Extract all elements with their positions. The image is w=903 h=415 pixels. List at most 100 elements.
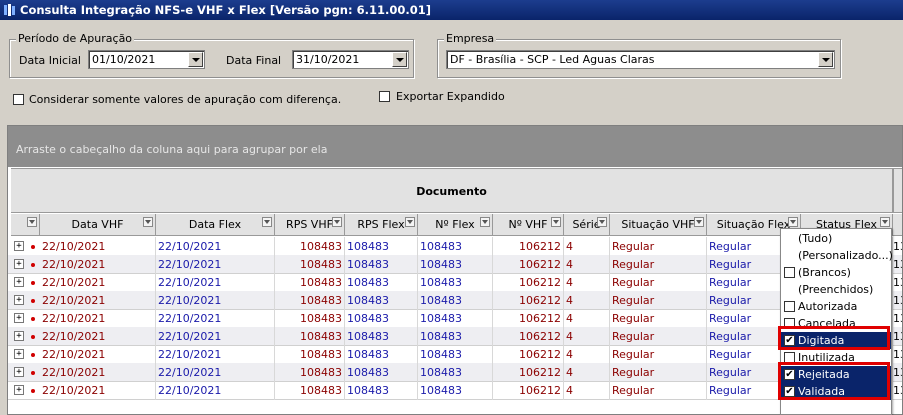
table-cell-rps-vhf[interactable]: 108483: [275, 363, 345, 382]
table-cell-serie[interactable]: 4: [564, 255, 610, 274]
table-cell-n-flex[interactable]: 108483: [418, 255, 493, 274]
filter-option[interactable]: (Brancos): [781, 264, 891, 281]
table-cell-rps-flex[interactable]: 108483: [345, 255, 418, 274]
filter-icon[interactable]: [27, 217, 37, 227]
table-cell-data-flex[interactable]: 22/10/2021: [156, 291, 275, 310]
filter-icon[interactable]: [480, 217, 490, 227]
filter-icon[interactable]: [405, 217, 415, 227]
filter-icon[interactable]: [551, 217, 561, 227]
table-cell-n-vhf[interactable]: 106212: [493, 309, 564, 328]
table-cell-data-vhf[interactable]: 22/10/2021: [40, 345, 156, 364]
table-cell-n-flex[interactable]: 108483: [418, 363, 493, 382]
column-header-rps-flex[interactable]: RPS Flex: [345, 214, 418, 236]
table-row[interactable]: +22/10/2021 22/10/2021 108483 108483 108483 1…: [8, 291, 902, 310]
data-inicial-field[interactable]: 01/10/2021: [88, 50, 205, 69]
filter-option[interactable]: (Preenchidos): [781, 281, 891, 298]
expand-row-icon[interactable]: +: [14, 259, 24, 269]
considerar-checkbox[interactable]: [13, 94, 24, 105]
table-cell-situacao-vhf[interactable]: Regular: [610, 291, 707, 310]
column-header-n-vhf[interactable]: Nº VHF: [493, 214, 564, 236]
table-cell-next[interactable]: 13: [893, 291, 902, 310]
table-cell-situacao-vhf[interactable]: Regular: [610, 381, 707, 400]
table-row[interactable]: +22/10/2021 22/10/2021 108483 108483 108483 1…: [8, 327, 902, 346]
table-cell-rps-flex[interactable]: 108483: [345, 327, 418, 346]
table-cell-data-flex[interactable]: 22/10/2021: [156, 345, 275, 364]
table-cell-rps-vhf[interactable]: 108483: [275, 255, 345, 274]
filter-option[interactable]: Autorizada: [781, 298, 891, 315]
filter-icon[interactable]: [880, 217, 890, 227]
filter-icon[interactable]: [597, 217, 607, 227]
table-cell-serie[interactable]: 4: [564, 291, 610, 310]
table-cell-situacao-vhf[interactable]: Regular: [610, 255, 707, 274]
table-cell-data-vhf[interactable]: 22/10/2021: [40, 309, 156, 328]
table-cell-n-flex[interactable]: 108483: [418, 381, 493, 400]
table-cell-next[interactable]: 13: [893, 327, 902, 346]
table-cell-rps-flex[interactable]: 108483: [345, 309, 418, 328]
table-cell-n-vhf[interactable]: 106212: [493, 255, 564, 274]
table-cell-next[interactable]: 13: [893, 381, 902, 400]
table-cell-serie[interactable]: 4: [564, 309, 610, 328]
table-cell-next[interactable]: 13: [893, 363, 902, 382]
table-cell-serie[interactable]: 4: [564, 273, 610, 292]
table-cell-rps-flex[interactable]: 108483: [345, 345, 418, 364]
table-cell-n-vhf[interactable]: 106212: [493, 237, 564, 256]
table-cell-data-vhf[interactable]: 22/10/2021: [40, 363, 156, 382]
checkbox-icon[interactable]: [784, 267, 795, 278]
table-cell-rps-vhf[interactable]: 108483: [275, 309, 345, 328]
table-cell-data-vhf[interactable]: 22/10/2021: [40, 291, 156, 310]
data-final-field[interactable]: 31/10/2021: [292, 50, 409, 69]
chevron-down-icon[interactable]: [392, 52, 407, 67]
expand-row-icon[interactable]: +: [14, 385, 24, 395]
table-cell-serie[interactable]: 4: [564, 237, 610, 256]
table-cell-n-flex[interactable]: 108483: [418, 291, 493, 310]
filter-icon[interactable]: [332, 217, 342, 227]
table-row[interactable]: +22/10/2021 22/10/2021 108483 108483 108483 1…: [8, 381, 902, 400]
empresa-select[interactable]: DF - Brasília - SCP - Led Aguas Claras: [446, 50, 835, 69]
table-cell-data-flex[interactable]: 22/10/2021: [156, 255, 275, 274]
table-cell-data-vhf[interactable]: 22/10/2021: [40, 255, 156, 274]
table-cell-situacao-vhf[interactable]: Regular: [610, 309, 707, 328]
column-header-serie[interactable]: Série: [564, 214, 610, 236]
table-cell-data-vhf[interactable]: 22/10/2021: [40, 273, 156, 292]
expand-row-icon[interactable]: +: [14, 367, 24, 377]
table-cell-rps-vhf[interactable]: 108483: [275, 237, 345, 256]
table-cell-data-flex[interactable]: 22/10/2021: [156, 381, 275, 400]
table-cell-rps-vhf[interactable]: 108483: [275, 291, 345, 310]
table-cell-rps-vhf[interactable]: 108483: [275, 327, 345, 346]
table-cell-rps-vhf[interactable]: 108483: [275, 381, 345, 400]
expand-row-icon[interactable]: +: [14, 241, 24, 251]
table-cell-rps-vhf[interactable]: 108483: [275, 345, 345, 364]
column-header-next[interactable]: [893, 214, 902, 236]
column-header-rps-vhf[interactable]: RPS VHF: [275, 214, 345, 236]
table-cell-n-vhf[interactable]: 106212: [493, 291, 564, 310]
expand-row-icon[interactable]: +: [14, 277, 24, 287]
filter-icon[interactable]: [694, 217, 704, 227]
table-cell-data-flex[interactable]: 22/10/2021: [156, 327, 275, 346]
table-cell-situacao-vhf[interactable]: Regular: [610, 273, 707, 292]
table-cell-serie[interactable]: 4: [564, 345, 610, 364]
table-cell-rps-vhf[interactable]: 108483: [275, 273, 345, 292]
table-cell-data-flex[interactable]: 22/10/2021: [156, 273, 275, 292]
table-cell-situacao-vhf[interactable]: Regular: [610, 363, 707, 382]
table-cell-next[interactable]: 13: [893, 273, 902, 292]
table-cell-n-flex[interactable]: 108483: [418, 309, 493, 328]
table-cell-n-flex[interactable]: 108483: [418, 273, 493, 292]
expand-row-icon[interactable]: +: [14, 349, 24, 359]
table-cell-next[interactable]: 13: [893, 309, 902, 328]
table-cell-n-flex[interactable]: 108483: [418, 345, 493, 364]
table-row[interactable]: +22/10/2021 22/10/2021 108483 108483 108483 1…: [8, 345, 902, 364]
filter-option[interactable]: (Tudo): [781, 230, 891, 247]
table-cell-data-vhf[interactable]: 22/10/2021: [40, 327, 156, 346]
table-cell-next[interactable]: 13: [893, 345, 902, 364]
table-cell-rps-flex[interactable]: 108483: [345, 237, 418, 256]
table-cell-next[interactable]: 13: [893, 237, 902, 256]
table-row[interactable]: +22/10/2021 22/10/2021 108483 108483 108483 1…: [8, 363, 902, 382]
table-cell-data-vhf[interactable]: 22/10/2021: [40, 237, 156, 256]
table-cell-situacao-vhf[interactable]: Regular: [610, 327, 707, 346]
filter-icon[interactable]: [262, 217, 272, 227]
table-cell-next[interactable]: 13: [893, 255, 902, 274]
table-cell-rps-flex[interactable]: 108483: [345, 273, 418, 292]
filter-option[interactable]: (Personalizado...): [781, 247, 893, 264]
checkbox-icon[interactable]: [784, 301, 795, 312]
table-cell-rps-flex[interactable]: 108483: [345, 291, 418, 310]
